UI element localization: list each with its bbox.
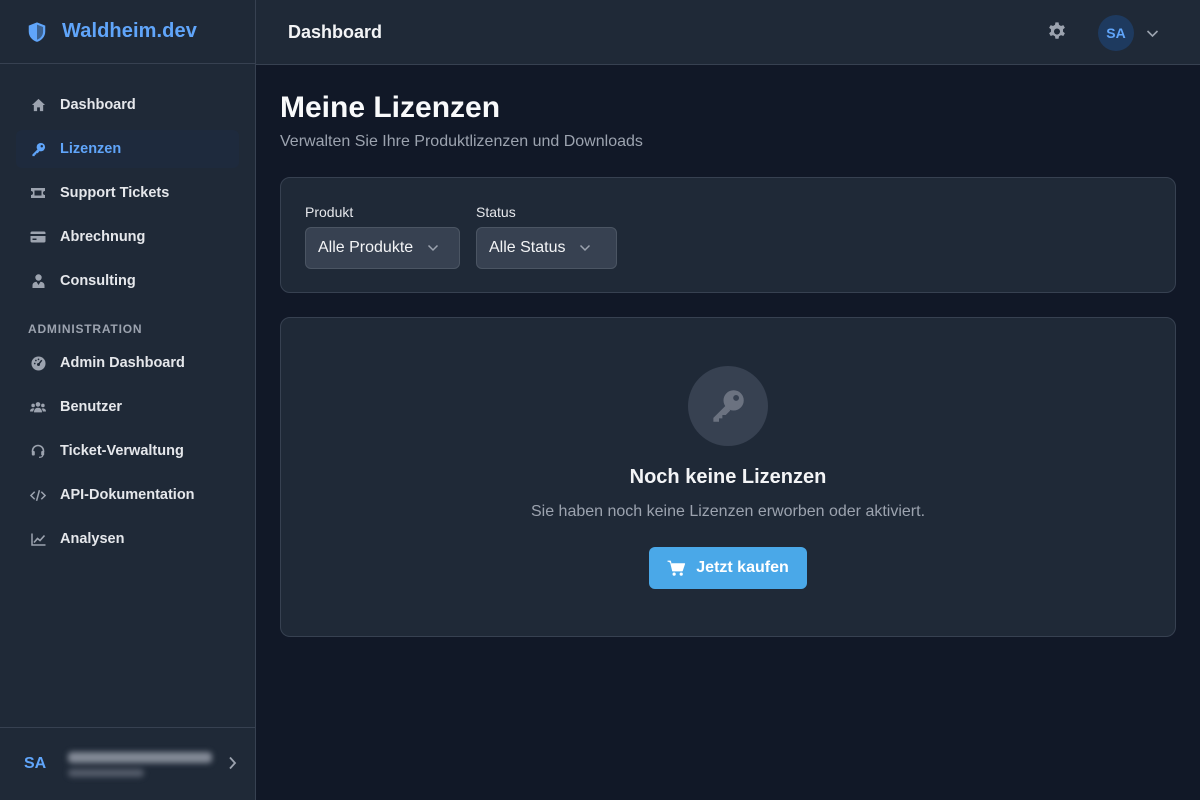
users-icon xyxy=(30,399,46,415)
sidebar-item-analysen[interactable]: Analysen xyxy=(16,520,239,558)
status-select[interactable]: Alle Status xyxy=(476,227,617,269)
sidebar-item-dashboard[interactable]: Dashboard xyxy=(16,86,239,124)
page-title: Meine Lizenzen xyxy=(280,91,501,124)
status-filter-label: Status xyxy=(476,204,516,220)
sidebar-user[interactable]: SA xyxy=(0,727,255,800)
page-subtitle: Verwalten Sie Ihre Produktlizenzen und D… xyxy=(280,133,643,150)
chevron-right-icon xyxy=(228,756,237,775)
header-title: Dashboard xyxy=(288,21,383,42)
top-header: Dashboard SA xyxy=(256,0,1200,65)
chevron-down-icon xyxy=(579,244,591,252)
gear-icon[interactable] xyxy=(1046,21,1068,48)
product-select-value: Alle Produkte xyxy=(318,239,414,256)
brand-name: Waldheim.dev xyxy=(62,20,197,42)
gauge-icon xyxy=(30,355,46,371)
avatar[interactable]: SA xyxy=(1098,15,1134,51)
empty-state-title: Noch keine Lizenzen xyxy=(629,466,827,488)
user-info-redacted xyxy=(68,751,212,777)
buy-now-button[interactable]: Jetzt kaufen xyxy=(649,547,807,589)
sidebar-item-lizenzen[interactable]: Lizenzen xyxy=(16,130,239,168)
sidebar-item-label: Consulting xyxy=(60,273,136,289)
sidebar-item-label: Benutzer xyxy=(60,399,123,415)
product-filter-label: Produkt xyxy=(305,204,354,220)
sidebar-item-ticket-verwaltung[interactable]: Ticket-Verwaltung xyxy=(16,432,239,470)
sidebar-item-api-dokumentation[interactable]: API-Dokumentation xyxy=(16,476,239,514)
sidebar-nav: Dashboard Lizenzen Support Tickets Abrec… xyxy=(0,64,255,558)
sidebar-item-label: API-Dokumentation xyxy=(60,487,195,503)
user-initials: SA xyxy=(24,755,47,772)
sidebar-item-label: Lizenzen xyxy=(60,141,122,157)
chart-line-icon xyxy=(30,531,46,547)
sidebar-item-label: Analysen xyxy=(60,531,125,547)
empty-state-text: Sie haben noch keine Lizenzen erworben o… xyxy=(530,503,926,520)
main-content: Meine Lizenzen Verwalten Sie Ihre Produk… xyxy=(280,65,1176,637)
key-icon xyxy=(688,366,768,446)
user-tie-icon xyxy=(30,273,46,289)
status-select-value: Alle Status xyxy=(489,239,566,256)
code-icon xyxy=(30,487,46,503)
sidebar-item-label: Abrechnung xyxy=(60,229,146,245)
sidebar-item-benutzer[interactable]: Benutzer xyxy=(16,388,239,426)
product-select[interactable]: Alle Produkte xyxy=(305,227,460,269)
key-icon xyxy=(30,141,46,157)
sidebar-item-label: Support Tickets xyxy=(60,185,170,201)
home-icon xyxy=(30,97,46,113)
status-filter: Status Alle Status xyxy=(476,204,617,292)
ticket-icon xyxy=(30,185,46,201)
sidebar-item-admin-dashboard[interactable]: Admin Dashboard xyxy=(16,344,239,382)
shield-icon xyxy=(26,21,48,43)
chevron-down-icon[interactable] xyxy=(1146,25,1159,43)
sidebar-section-title: ADMINISTRATION xyxy=(28,322,143,336)
sidebar: Waldheim.dev Dashboard Lizenzen Support … xyxy=(0,0,256,800)
filter-card: Produkt Alle Produkte Status Alle Status xyxy=(280,177,1176,293)
cart-icon xyxy=(667,560,686,577)
brand[interactable]: Waldheim.dev xyxy=(0,0,255,64)
headset-icon xyxy=(30,443,46,459)
sidebar-item-label: Ticket-Verwaltung xyxy=(60,443,184,459)
sidebar-item-label: Admin Dashboard xyxy=(60,355,185,371)
sidebar-item-consulting[interactable]: Consulting xyxy=(16,262,239,300)
sidebar-item-abrechnung[interactable]: Abrechnung xyxy=(16,218,239,256)
credit-card-icon xyxy=(30,229,46,245)
product-filter: Produkt Alle Produkte xyxy=(305,204,460,292)
sidebar-item-support-tickets[interactable]: Support Tickets xyxy=(16,174,239,212)
buy-now-label: Jetzt kaufen xyxy=(696,559,789,576)
sidebar-item-label: Dashboard xyxy=(60,97,136,113)
empty-state-card: Noch keine Lizenzen Sie haben noch keine… xyxy=(280,317,1176,637)
chevron-down-icon xyxy=(427,244,439,252)
